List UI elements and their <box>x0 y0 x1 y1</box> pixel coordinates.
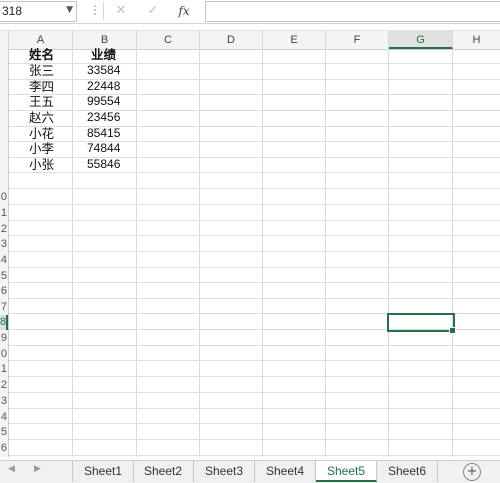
column-header-f[interactable]: F <box>326 31 389 49</box>
table-cell-name[interactable]: 李四 <box>29 79 54 94</box>
column-header-row: A B C D E F G H <box>0 30 500 50</box>
row-header[interactable]: 5 <box>0 425 7 440</box>
active-cell-g18[interactable] <box>387 313 455 332</box>
row-header[interactable]: 6 <box>0 284 7 299</box>
grid-line <box>9 63 500 64</box>
grid-line <box>9 423 500 424</box>
grid-line <box>9 376 500 377</box>
row-header[interactable]: 0 <box>0 190 7 205</box>
sheet-tab-3[interactable]: Sheet3 <box>194 461 255 482</box>
grid-line <box>9 126 500 127</box>
enter-icon[interactable]: ✓ <box>142 2 164 20</box>
row-header[interactable]: 7 <box>0 300 7 315</box>
table-cell-value[interactable]: 33584 <box>87 63 120 78</box>
table-cell-value[interactable]: 22448 <box>87 79 120 94</box>
grid-line <box>9 110 500 111</box>
table-cell-name[interactable]: 小李 <box>29 141 54 156</box>
more-options-icon[interactable]: ⋮ <box>89 3 101 17</box>
select-all-corner[interactable] <box>0 31 9 49</box>
chevron-down-icon[interactable]: ▼ <box>66 5 73 15</box>
grid-line <box>9 282 500 283</box>
grid-line <box>9 439 500 440</box>
grid-line <box>9 267 500 268</box>
grid-line <box>9 188 500 189</box>
grid-line <box>9 79 500 80</box>
column-header-h[interactable]: H <box>453 31 500 49</box>
row-header[interactable]: 5 <box>0 269 7 284</box>
sheet-tab-6[interactable]: Sheet6 <box>377 461 438 482</box>
column-header-c[interactable]: C <box>137 31 200 49</box>
column-header-d[interactable]: D <box>200 31 263 49</box>
table-cell-name[interactable]: 赵六 <box>29 110 54 125</box>
table-header-performance[interactable]: 业绩 <box>91 47 116 62</box>
row-header[interactable]: 2 <box>0 222 7 237</box>
row-header[interactable]: 9 <box>0 331 7 346</box>
grid-line <box>9 298 500 299</box>
grid-line <box>9 455 500 456</box>
grid-line <box>9 392 500 393</box>
table-cell-name[interactable]: 小张 <box>29 157 54 172</box>
sheet-tab-1[interactable]: Sheet1 <box>72 461 134 482</box>
row-header[interactable]: 6 <box>0 441 7 456</box>
table-cell-value[interactable]: 55846 <box>87 157 120 172</box>
grid-line <box>9 172 500 173</box>
row-header[interactable]: 3 <box>0 237 7 252</box>
table-cell-value[interactable]: 85415 <box>87 126 120 141</box>
grid-line <box>9 360 500 361</box>
sheet-tab-4[interactable]: Sheet4 <box>255 461 316 482</box>
grid-line <box>9 141 500 142</box>
scroll-tabs-right-icon[interactable]: ▶ <box>34 464 41 474</box>
grid-line <box>9 408 500 409</box>
formula-bar-divider <box>103 2 104 20</box>
formula-input[interactable] <box>205 1 500 22</box>
grid-line <box>9 235 500 236</box>
grid-line <box>9 157 500 158</box>
row-header[interactable]: 1 <box>0 206 7 221</box>
name-box[interactable]: 318 ▼ <box>0 1 77 22</box>
sheet-tab-5[interactable]: Sheet5 <box>316 461 377 482</box>
name-box-value: 318 <box>2 4 23 18</box>
table-cell-value[interactable]: 23456 <box>87 110 120 125</box>
row-header[interactable]: 4 <box>0 253 7 268</box>
grid-line <box>9 251 500 252</box>
row-header[interactable]: 2 <box>0 378 7 393</box>
insert-function-icon[interactable]: fx <box>173 2 195 20</box>
table-cell-value[interactable]: 99554 <box>87 94 120 109</box>
table-cell-name[interactable]: 小花 <box>29 126 54 141</box>
grid-line <box>9 204 500 205</box>
table-cell-name[interactable]: 张三 <box>29 63 54 78</box>
grid-line <box>9 220 500 221</box>
sheet-tab-bar: ◀ ▶ Sheet1 Sheet2 Sheet3 Sheet4 Sheet5 S… <box>0 460 500 483</box>
cancel-icon[interactable]: ✕ <box>110 2 132 20</box>
row-header[interactable]: 3 <box>0 394 7 409</box>
table-header-name[interactable]: 姓名 <box>29 47 54 62</box>
table-cell-name[interactable]: 王五 <box>29 94 54 109</box>
row-header[interactable]: 1 <box>0 362 7 377</box>
add-sheet-icon[interactable]: + <box>463 463 481 481</box>
column-header-g[interactable]: G <box>389 31 453 49</box>
grid-line <box>9 94 500 95</box>
column-header-e[interactable]: E <box>263 31 326 49</box>
sheet-tab-2[interactable]: Sheet2 <box>133 461 194 482</box>
formula-bar: 318 ▼ ⋮ ✕ ✓ fx <box>0 0 500 24</box>
grid-line <box>9 345 500 346</box>
fill-handle[interactable] <box>449 327 456 334</box>
row-header-selected[interactable]: 8 <box>0 315 8 330</box>
row-header[interactable]: 0 <box>0 347 7 362</box>
row-header[interactable]: 4 <box>0 410 7 425</box>
table-cell-value[interactable]: 74844 <box>87 141 120 156</box>
scroll-tabs-left-icon[interactable]: ◀ <box>8 464 15 474</box>
